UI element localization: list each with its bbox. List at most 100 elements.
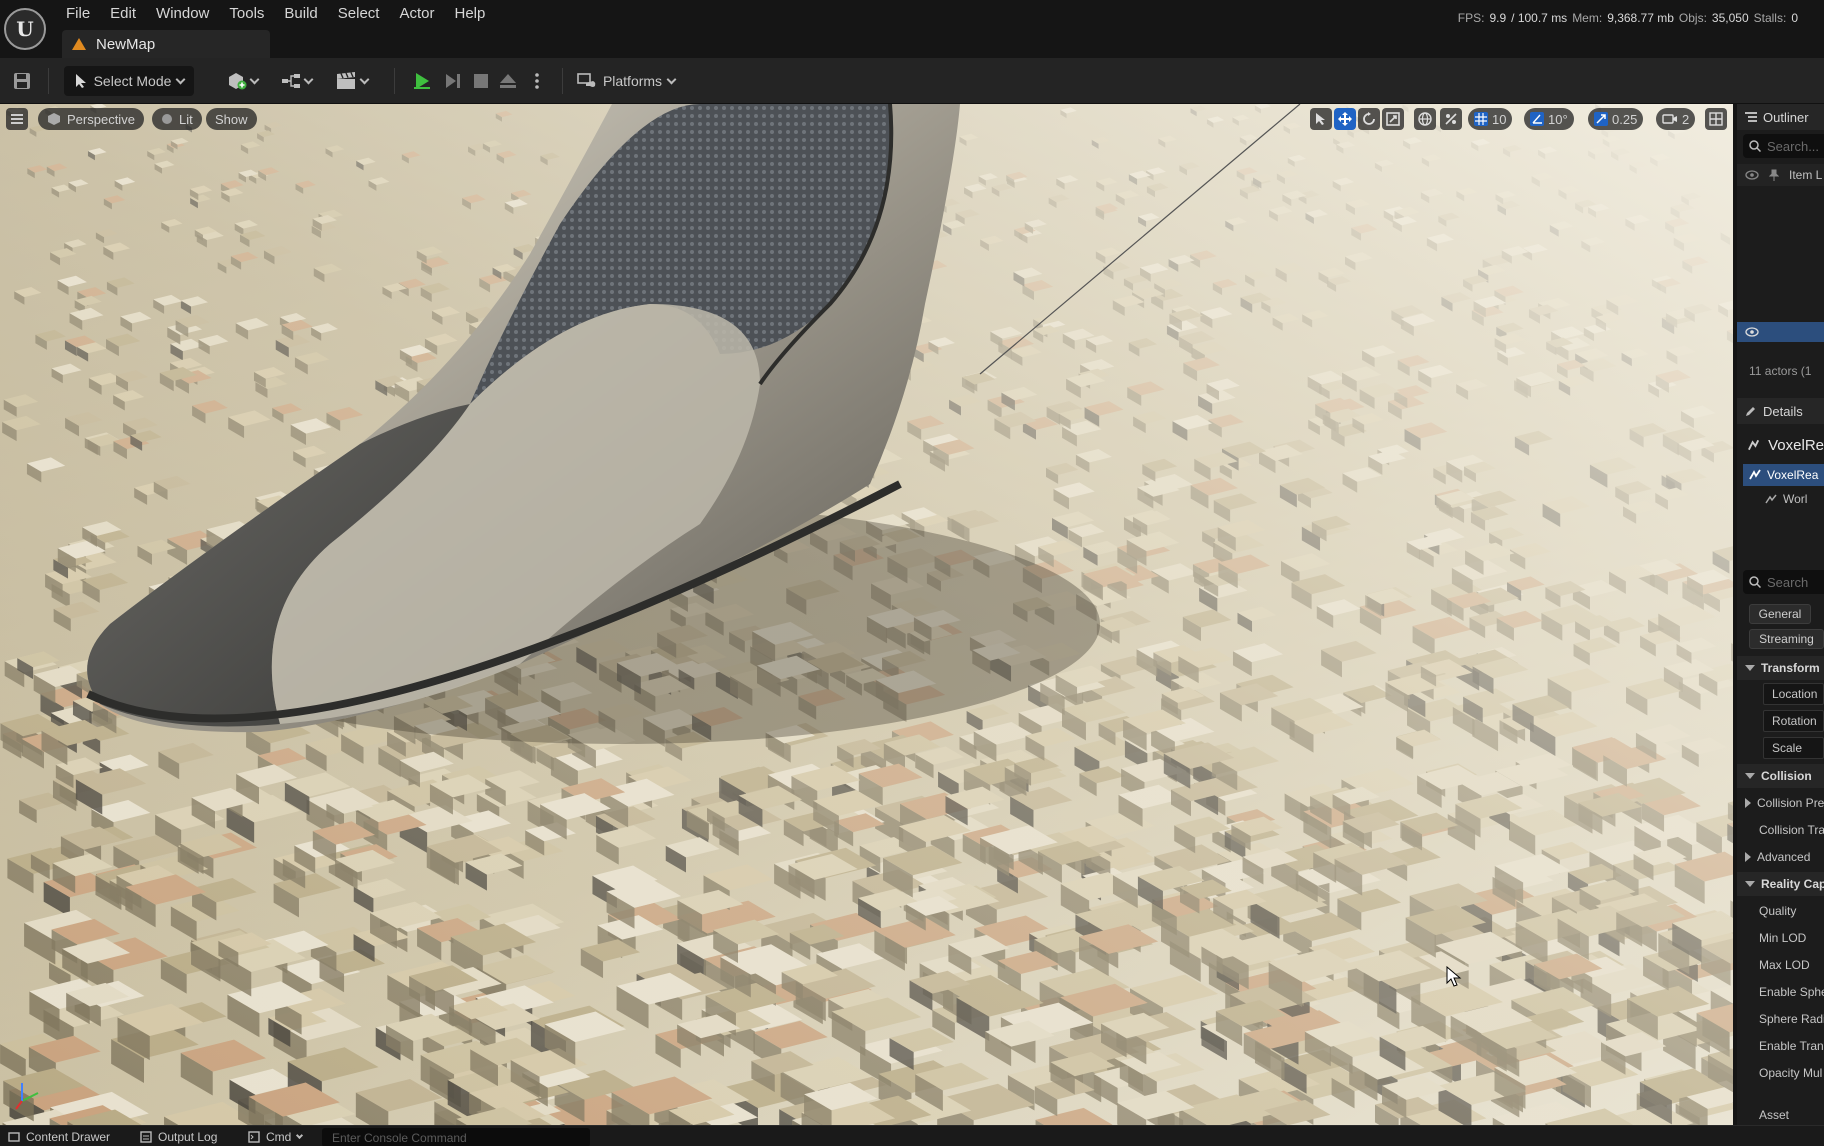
viewport-options-button[interactable] — [6, 108, 28, 130]
platforms-label: Platforms — [602, 73, 663, 89]
asset-property[interactable]: Asset — [1759, 1104, 1824, 1125]
menu-edit[interactable]: Edit — [100, 0, 146, 28]
pin-icon[interactable] — [1769, 169, 1779, 181]
grid-snap-toggle[interactable]: 10 — [1468, 108, 1513, 130]
menu-file[interactable]: File — [56, 0, 100, 28]
collision-trace-property[interactable]: Collision Tra — [1759, 819, 1824, 841]
collision-presets-property[interactable]: Collision Pre — [1745, 792, 1824, 814]
component-root-name: VoxelRea — [1767, 468, 1819, 482]
show-button[interactable]: Show — [206, 108, 257, 130]
outliner-selected-row[interactable] — [1737, 322, 1824, 342]
reality-capture-section-label: Reality Capt — [1761, 877, 1824, 891]
scale-icon — [1386, 112, 1400, 126]
scale-snap-toggle[interactable]: 0.25 — [1588, 108, 1644, 130]
menu-select[interactable]: Select — [328, 0, 390, 28]
chevron-down-icon — [296, 1131, 304, 1139]
outliner-tree[interactable] — [1737, 190, 1824, 272]
select-tool-button[interactable] — [1310, 108, 1332, 130]
map-tab-label: NewMap — [96, 35, 156, 53]
outliner-header-row: Item L — [1737, 164, 1824, 186]
surface-snap-button[interactable] — [1440, 108, 1462, 130]
hamburger-icon — [11, 114, 23, 124]
advanced-property[interactable]: Advanced — [1745, 846, 1824, 868]
map-tab[interactable]: NewMap — [62, 30, 270, 58]
location-property[interactable]: Location — [1763, 683, 1824, 705]
save-icon — [14, 73, 30, 89]
eye-icon[interactable] — [1745, 327, 1759, 337]
layout-button[interactable] — [1705, 108, 1727, 130]
save-button[interactable] — [10, 66, 34, 96]
transform-section[interactable]: Transform — [1737, 656, 1824, 680]
details-tab-streaming[interactable]: Streaming — [1749, 629, 1824, 649]
scale-snap-value: 0.25 — [1612, 111, 1638, 127]
world-local-button[interactable] — [1414, 108, 1436, 130]
outliner-search-placeholder: Search... — [1767, 138, 1820, 154]
chevron-down-icon — [175, 74, 186, 84]
search-icon — [1749, 576, 1761, 588]
select-mode-label: Select Mode — [93, 73, 172, 89]
fps-label: FPS: — [1457, 11, 1485, 25]
camera-speed-value: 2 — [1682, 111, 1690, 127]
reality-capture-section[interactable]: Reality Capt — [1737, 872, 1824, 896]
menu-window[interactable]: Window — [146, 0, 219, 28]
eye-icon[interactable] — [1745, 170, 1759, 180]
eject-button[interactable] — [497, 66, 519, 96]
advanced-label: Advanced — [1757, 850, 1811, 864]
chevron-down-icon — [249, 74, 259, 84]
outliner-item-label-column[interactable]: Item L — [1789, 168, 1822, 182]
collision-section[interactable]: Collision — [1737, 764, 1824, 788]
min-lod-property[interactable]: Min LOD — [1759, 927, 1824, 949]
play-options-button[interactable] — [526, 66, 548, 96]
right-panel: Outliner Search... Item L 11 actors (1 D… — [1737, 104, 1824, 1125]
rotation-property[interactable]: Rotation — [1763, 710, 1824, 732]
quality-property[interactable]: Quality — [1759, 900, 1824, 922]
menu-actor[interactable]: Actor — [389, 0, 444, 28]
details-tab[interactable]: Details — [1737, 398, 1824, 424]
search-icon — [1749, 140, 1761, 152]
outliner-tab[interactable]: Outliner — [1737, 104, 1824, 130]
cinematics-button[interactable] — [330, 66, 372, 96]
select-mode-dropdown[interactable]: Select Mode — [64, 66, 194, 96]
viewport-scene[interactable] — [0, 104, 1733, 1125]
component-root-row[interactable]: VoxelRea — [1743, 464, 1824, 486]
perspective-button[interactable]: Perspective — [38, 108, 144, 130]
show-label: Show — [215, 111, 248, 127]
outliner-search-input[interactable]: Search... — [1743, 134, 1824, 158]
translate-tool-button[interactable] — [1334, 108, 1356, 130]
unreal-logo-icon[interactable]: U — [4, 8, 46, 50]
view-mode-button[interactable]: Lit — [152, 108, 202, 130]
platforms-icon — [577, 73, 596, 87]
output-log-button[interactable]: Output Log — [140, 1130, 217, 1144]
blueprint-button[interactable] — [276, 66, 316, 96]
advance-frame-button[interactable] — [442, 66, 464, 96]
stop-button[interactable] — [470, 66, 492, 96]
camera-speed-button[interactable]: 2 — [1656, 108, 1696, 130]
collision-presets-label: Collision Pre — [1757, 796, 1824, 810]
expand-arrow-icon — [1745, 798, 1751, 808]
play-button[interactable] — [410, 66, 434, 96]
console-command-input[interactable]: Enter Console Command — [322, 1128, 590, 1146]
stalls-value: 0 — [1791, 11, 1798, 25]
rotation-snap-toggle[interactable]: 10° — [1524, 108, 1574, 130]
platforms-dropdown[interactable]: Platforms — [576, 66, 677, 96]
details-search-input[interactable]: Search — [1743, 570, 1824, 594]
menu-build[interactable]: Build — [274, 0, 327, 28]
content-drawer-button[interactable]: Content Drawer — [8, 1130, 110, 1144]
menu-tools[interactable]: Tools — [219, 0, 274, 28]
enable-trans-property[interactable]: Enable Trans — [1759, 1035, 1824, 1057]
sphere-radius-property[interactable]: Sphere Radi — [1759, 1008, 1824, 1030]
world-component-icon — [1765, 494, 1777, 504]
component-child-row[interactable]: Worl — [1737, 488, 1824, 510]
max-lod-property[interactable]: Max LOD — [1759, 954, 1824, 976]
opacity-mul-property[interactable]: Opacity Mul — [1759, 1062, 1824, 1084]
add-actor-button[interactable] — [222, 66, 262, 96]
scale-tool-button[interactable] — [1382, 108, 1404, 130]
menu-help[interactable]: Help — [445, 0, 496, 28]
bottom-bar: Content Drawer Output Log Cmd Enter Cons… — [0, 1125, 1824, 1146]
level-viewport[interactable]: Perspective Lit Show 10 10° 0.25 2 — [0, 104, 1733, 1125]
cmd-dropdown[interactable]: Cmd — [248, 1130, 304, 1144]
enable-sphere-property[interactable]: Enable Sphe — [1759, 981, 1824, 1003]
details-tab-general[interactable]: General — [1749, 604, 1811, 624]
scale-property[interactable]: Scale — [1763, 737, 1824, 759]
rotate-tool-button[interactable] — [1358, 108, 1380, 130]
